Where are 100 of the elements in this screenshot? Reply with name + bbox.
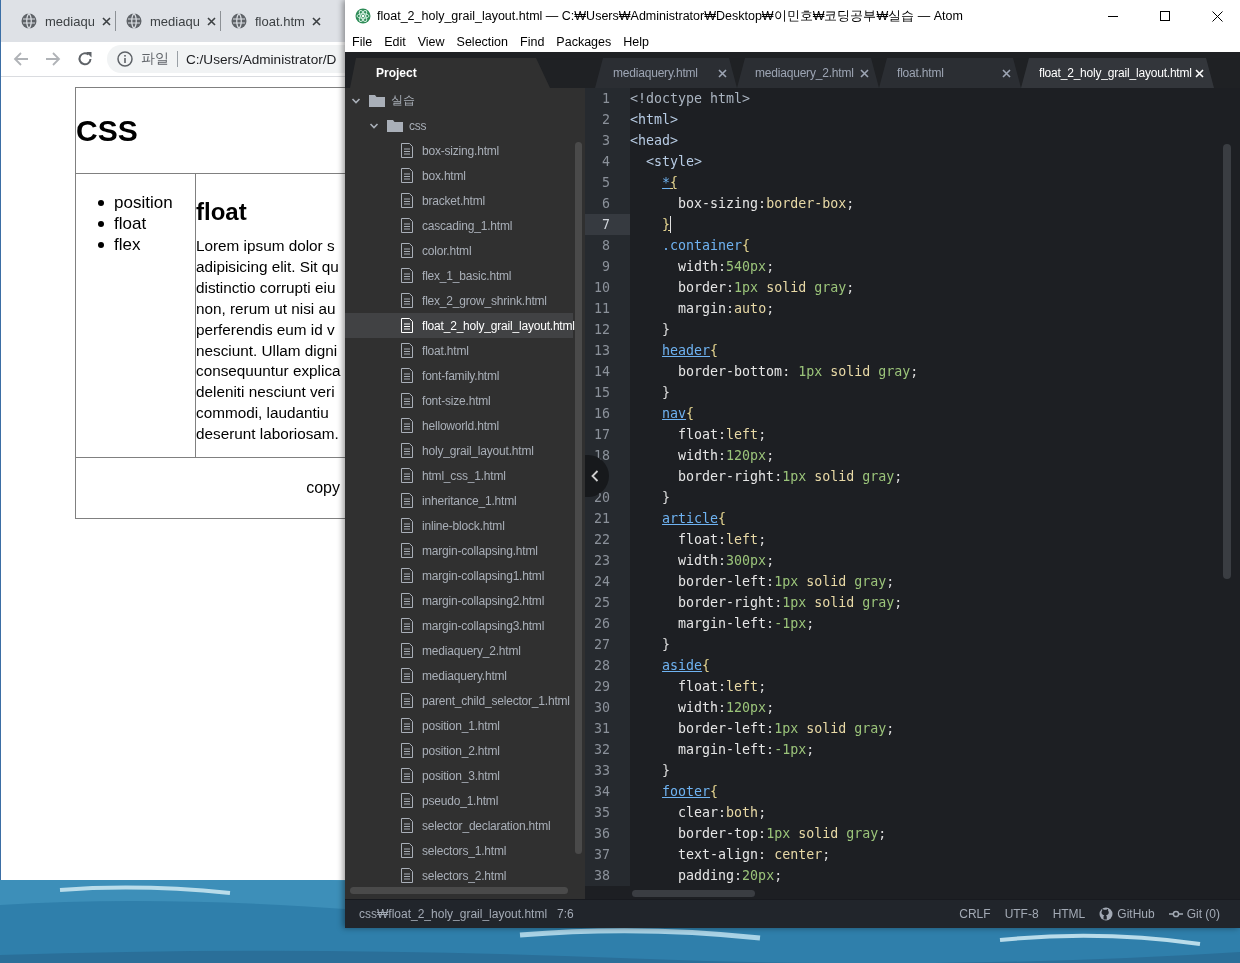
tree-entry[interactable]: parent_child_selector_1.html: [345, 688, 573, 713]
line-number: 36: [585, 823, 630, 844]
close-icon[interactable]: [718, 68, 727, 78]
tree-entry[interactable]: bracket.html: [345, 188, 573, 213]
tree-entry[interactable]: margin-collapsing1.html: [345, 563, 573, 588]
status-item[interactable]: CRLF: [959, 907, 991, 921]
tree-entry[interactable]: inline-block.html: [345, 513, 573, 538]
address-bar[interactable]: 파일 C:/Users/Administrator/D: [107, 45, 345, 73]
line-number: 37: [585, 844, 630, 865]
menu-item[interactable]: File: [348, 35, 378, 49]
tree-entry[interactable]: holy_grail_layout.html: [345, 438, 573, 463]
folder-icon: [387, 118, 403, 133]
code-line: }: [661, 217, 671, 232]
cursor-position[interactable]: 7:6: [557, 907, 574, 921]
line-number: 3: [585, 130, 630, 151]
tree-entry[interactable]: position_3.html: [345, 763, 573, 788]
article-text-line: consequuntur explica: [196, 361, 342, 382]
tree-entry[interactable]: color.html: [345, 238, 573, 263]
code-line: }: [661, 637, 671, 652]
tree-entry[interactable]: box.html: [345, 163, 573, 188]
tree-entry[interactable]: mediaquery.html: [345, 663, 573, 688]
browser-tab[interactable]: mediaqu: [11, 6, 115, 36]
menu-item[interactable]: Edit: [380, 35, 411, 49]
code-line: float:left;: [677, 427, 767, 442]
file-path[interactable]: css₩float_2_holy_grail_layout.html: [359, 907, 548, 921]
tree-entry[interactable]: mediaquery_2.html: [345, 638, 573, 663]
line-number: 5: [585, 172, 630, 193]
code-line: border-bottom: 1px solid gray;: [677, 364, 919, 379]
tree-entry[interactable]: selectors_2.html: [345, 863, 573, 888]
file-icon: [401, 217, 413, 234]
menu-item[interactable]: Find: [516, 35, 550, 49]
tree-entry[interactable]: helloworld.html: [345, 413, 573, 438]
editor-tab[interactable]: mediaquery.html: [595, 58, 737, 88]
menu-item[interactable]: Selection: [452, 35, 513, 49]
line-number: 29: [585, 676, 630, 697]
menu-item[interactable]: Packages: [552, 35, 617, 49]
file-icon: [401, 192, 413, 209]
tree-entry[interactable]: float_2_holy_grail_layout.html: [345, 313, 573, 338]
close-icon[interactable]: [860, 68, 869, 78]
menu-item[interactable]: View: [413, 35, 450, 49]
status-item[interactable]: GitHub: [1099, 907, 1155, 921]
editor-tab[interactable]: float.html: [879, 58, 1021, 88]
file-icon: [401, 692, 413, 709]
tree-entry[interactable]: inheritance_1.html: [345, 488, 573, 513]
line-number: 26: [585, 613, 630, 634]
file-icon: [401, 567, 413, 584]
file-icon: [401, 367, 413, 384]
tree-entry[interactable]: selector_declaration.html: [345, 813, 573, 838]
close-icon[interactable]: [1002, 68, 1011, 78]
file-icon: [401, 392, 413, 409]
article-text-line: commodi, laudantiu: [196, 403, 330, 424]
status-item[interactable]: Git (0): [1168, 907, 1220, 921]
scrollbar-thumb[interactable]: [350, 887, 568, 894]
tree-entry[interactable]: flex_1_basic.html: [345, 263, 573, 288]
close-icon[interactable]: [312, 16, 321, 26]
tree-entry[interactable]: box-sizing.html: [345, 138, 573, 163]
globe-icon: [21, 13, 37, 29]
close-icon[interactable]: [207, 16, 216, 26]
browser-tab[interactable]: float.htm: [221, 6, 325, 36]
file-icon: [401, 467, 413, 484]
tree-entry[interactable]: position_2.html: [345, 738, 573, 763]
code-line: width:120px;: [677, 448, 775, 463]
tree-entry[interactable]: margin-collapsing3.html: [345, 613, 573, 638]
file-icon: [401, 817, 413, 834]
code-line: aside{: [661, 658, 711, 673]
tree-folder[interactable]: css: [345, 113, 573, 138]
tree-entry[interactable]: position_1.html: [345, 713, 573, 738]
status-item[interactable]: HTML: [1052, 907, 1086, 921]
code-line: footer{: [661, 784, 719, 799]
browser-tab[interactable]: mediaqu: [116, 6, 220, 36]
project-tab[interactable]: Project: [350, 58, 550, 88]
line-number: 1: [585, 88, 630, 109]
tree-entry[interactable]: font-size.html: [345, 388, 573, 413]
article-text-line: nesciunt. Ullam digni: [196, 340, 339, 361]
tree-folder[interactable]: 실습: [345, 88, 573, 113]
tree-entry[interactable]: html_css_1.html: [345, 463, 573, 488]
tree-entry[interactable]: font-family.html: [345, 363, 573, 388]
editor-tab[interactable]: mediaquery_2.html: [737, 58, 879, 88]
tree-entry[interactable]: pseudo_1.html: [345, 788, 573, 813]
tree-entry[interactable]: flex_2_grow_shrink.html: [345, 288, 573, 313]
tree-entry[interactable]: selectors_1.html: [345, 838, 573, 863]
code-line: <style>: [645, 154, 703, 169]
close-icon[interactable]: [102, 16, 111, 26]
tree-entry[interactable]: margin-collapsing2.html: [345, 588, 573, 613]
code-line: border:1px solid gray;: [677, 280, 855, 295]
line-number: 31: [585, 718, 630, 739]
scrollbar-thumb[interactable]: [632, 890, 755, 897]
scrollbar-thumb[interactable]: [575, 142, 582, 854]
bullet-icon: [98, 199, 104, 206]
tree-entry[interactable]: margin-collapsing.html: [345, 538, 573, 563]
tree-entry[interactable]: cascading_1.html: [345, 213, 573, 238]
reload-icon[interactable]: [77, 51, 93, 67]
menu-item[interactable]: Help: [619, 35, 654, 49]
status-item[interactable]: UTF-8: [1004, 907, 1039, 921]
editor-tab[interactable]: float_2_holy_grail_layout.html: [1021, 58, 1214, 88]
file-icon: [401, 142, 413, 159]
scrollbar-thumb[interactable]: [1223, 144, 1231, 579]
info-icon[interactable]: [117, 51, 133, 67]
tree-entry[interactable]: float.html: [345, 338, 573, 363]
line-number: 30: [585, 697, 630, 718]
